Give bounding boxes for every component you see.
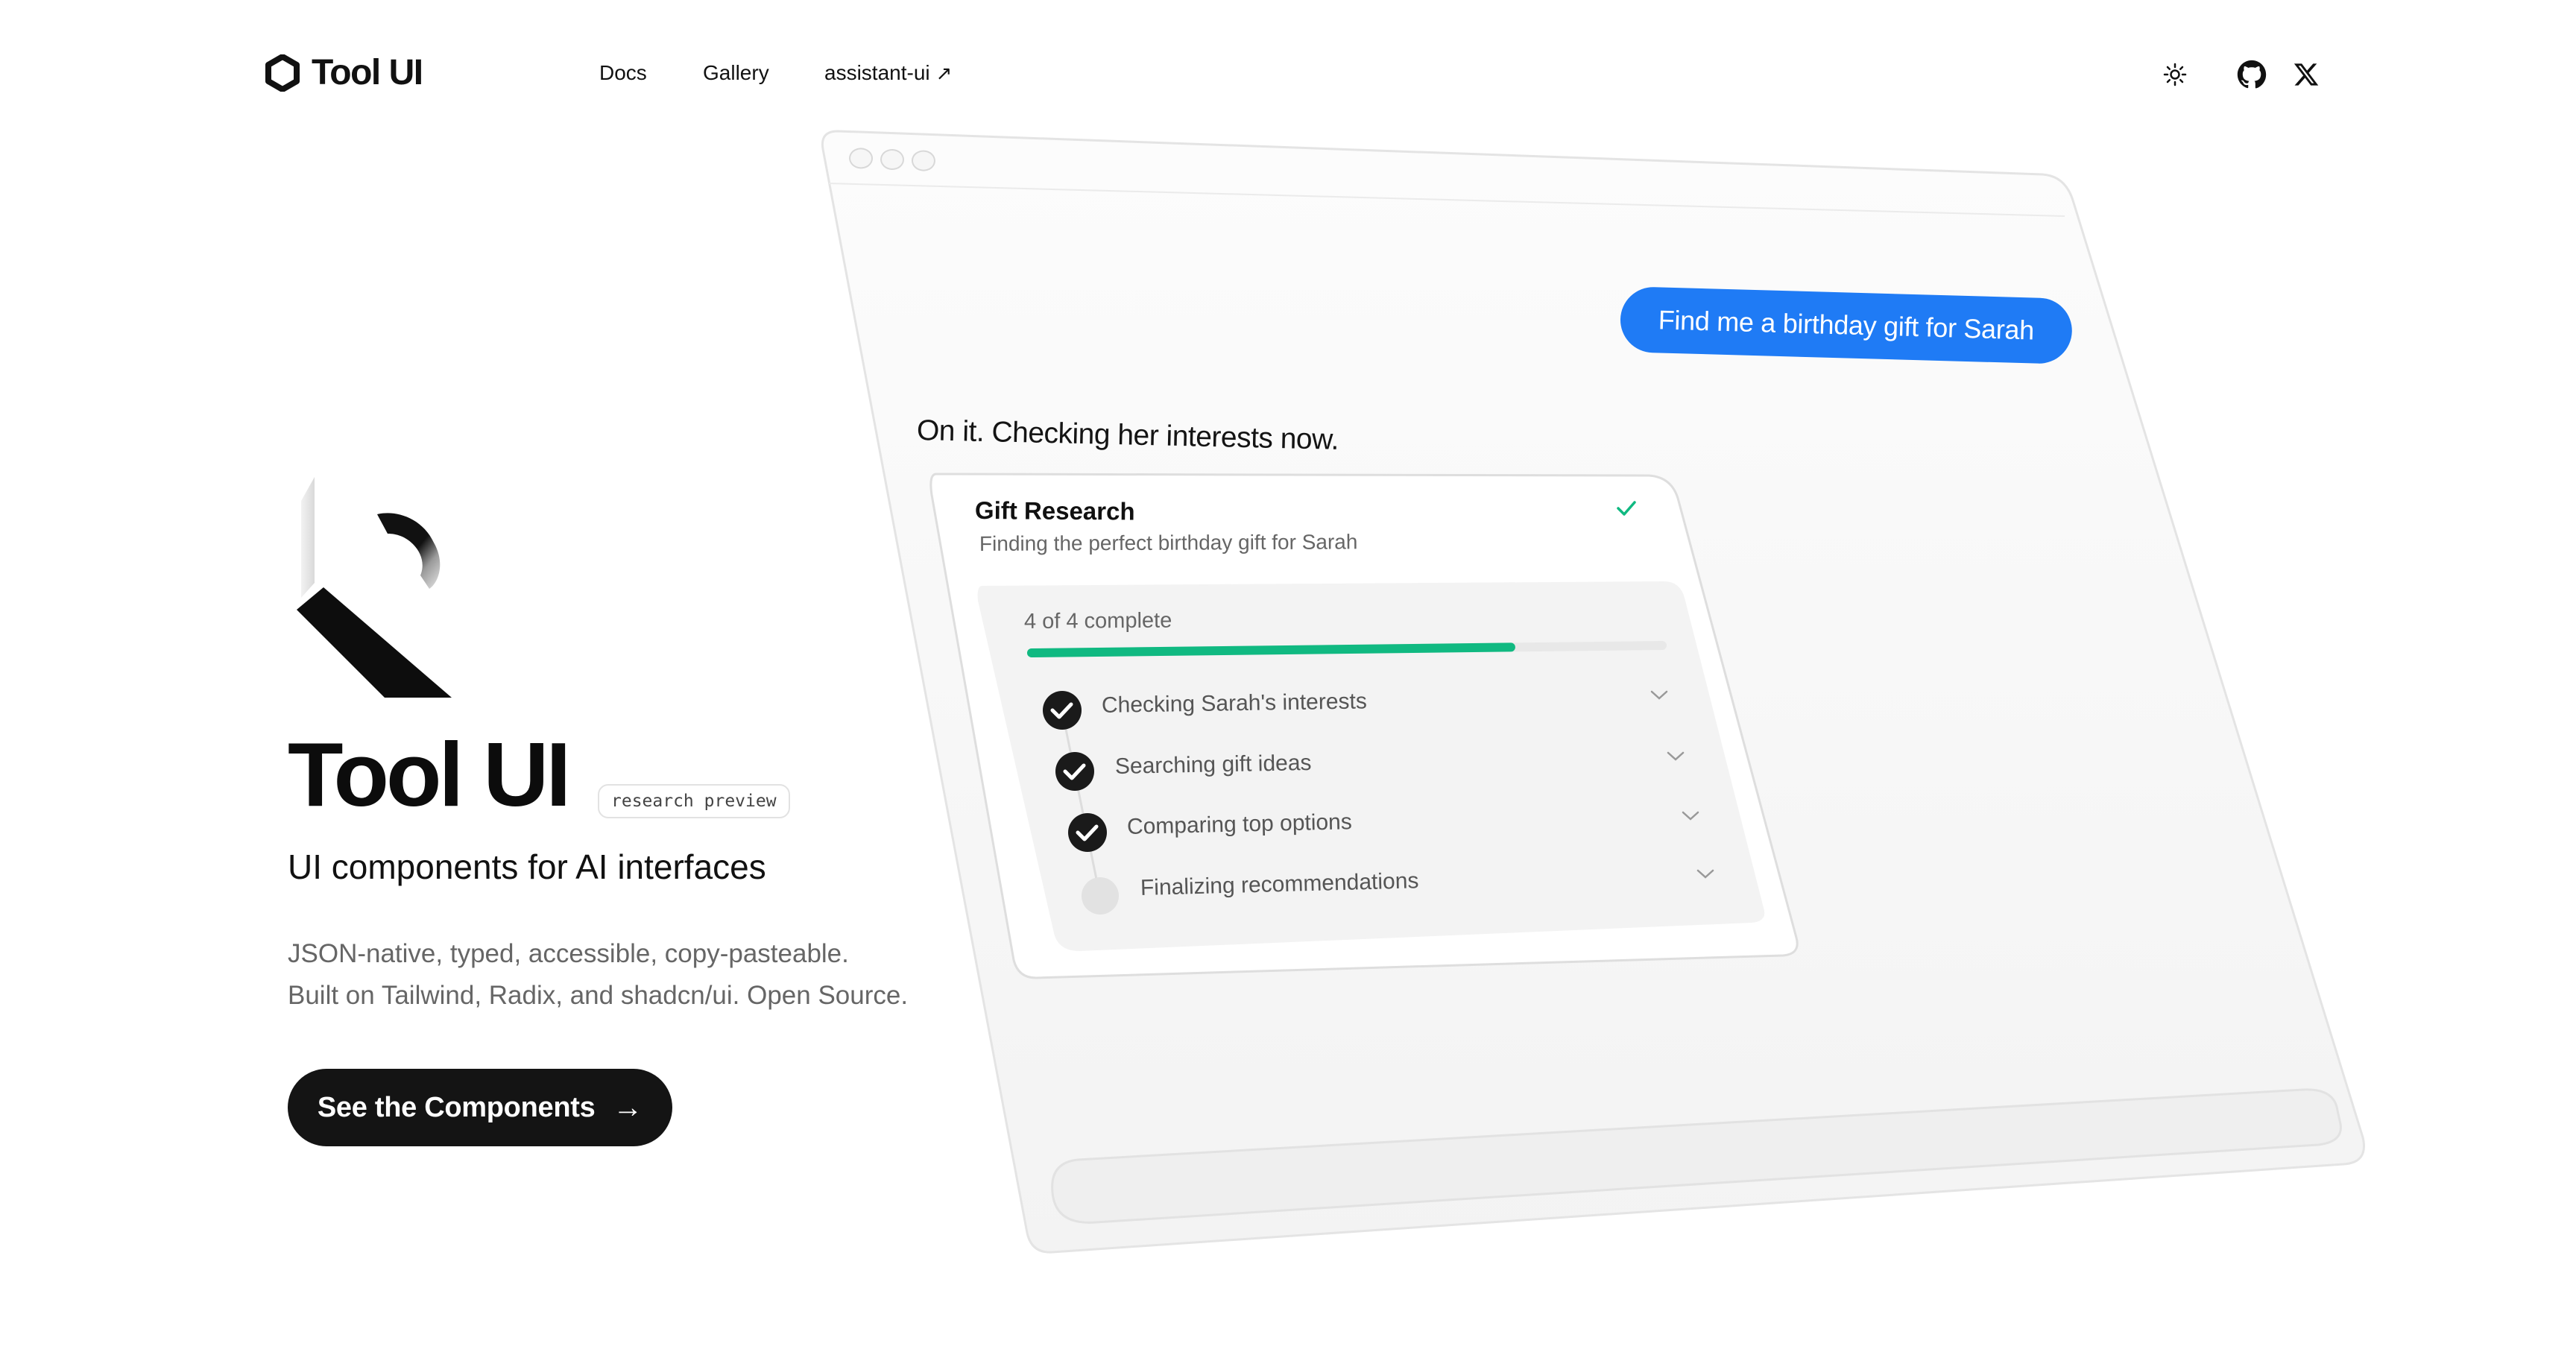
step-3-check-icon [1068,813,1107,852]
gift-research-subtitle: Finding the perfect birthday gift for Sa… [979,530,1358,555]
gift-research-title: Gift Research [974,496,1135,525]
progress-bar-fill [1027,642,1515,657]
chat-preview-window: Find me a birthday gift for Sarah On it.… [0,0,2576,1355]
user-message-bubble: Find me a birthday gift for Sarah [1619,286,2073,364]
chat-window-frame [821,130,2365,1254]
window-dot-close[interactable] [848,147,874,169]
window-controls [848,147,936,172]
progress-label: 4 of 4 complete [1023,608,1172,634]
window-dot-maximize[interactable] [911,150,936,172]
step-1-check-icon [1043,691,1082,730]
step-4-pending-icon [1082,877,1119,915]
step-3-label[interactable]: Comparing top options [1127,809,1353,840]
complete-check-icon [1617,501,1636,516]
window-dot-minimize[interactable] [880,148,905,171]
step-2-label[interactable]: Searching gift ideas [1115,751,1312,780]
step-1-label[interactable]: Checking Sarah's interests [1102,689,1367,718]
step-2-check-icon [1055,752,1094,791]
